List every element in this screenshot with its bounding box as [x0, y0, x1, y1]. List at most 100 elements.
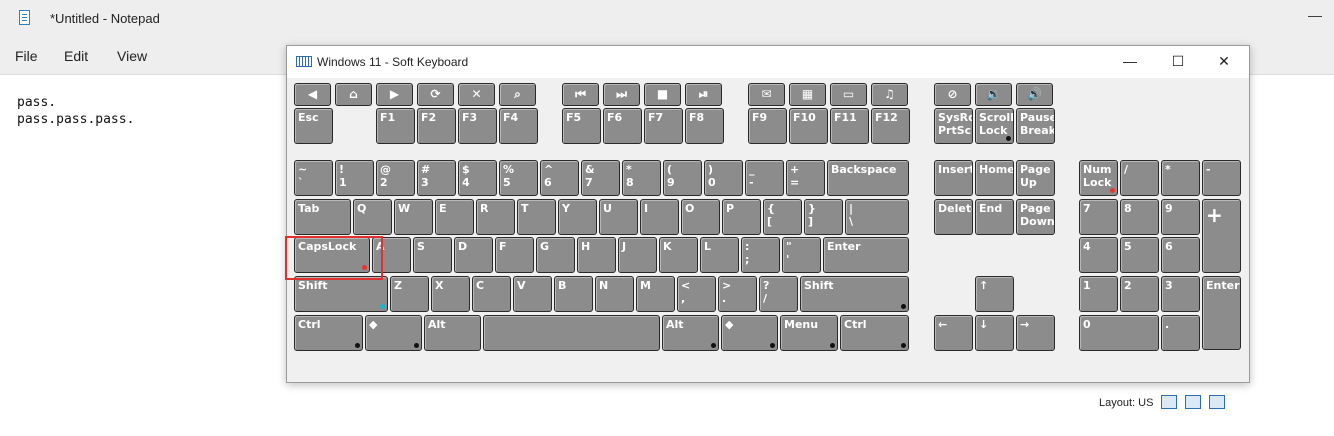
minus-key[interactable]: _ - [745, 160, 784, 196]
f7-key[interactable]: F7 [644, 108, 683, 144]
mute-key[interactable]: ⊘ [934, 83, 971, 106]
slash-key[interactable]: ? / [759, 276, 798, 312]
numpad-8-key[interactable]: 8 [1120, 199, 1159, 235]
f5-key[interactable]: F5 [562, 108, 601, 144]
comma-key[interactable]: <, [677, 276, 716, 312]
numpad-decimal-key[interactable]: . [1161, 315, 1200, 351]
right-alt-key[interactable]: Alt [662, 315, 719, 351]
mail-key[interactable]: ✉ [748, 83, 785, 106]
esc-key[interactable]: Esc [294, 108, 333, 144]
f9-key[interactable]: F9 [748, 108, 787, 144]
help-icon[interactable] [1209, 395, 1225, 409]
computer-key[interactable]: ▭ [830, 83, 867, 106]
backspace-key[interactable]: Backspace [827, 160, 909, 196]
left-shift-key[interactable]: Shift [294, 276, 388, 312]
digit-6-key[interactable]: ^ 6 [540, 160, 579, 196]
b-key[interactable]: B [554, 276, 593, 312]
k-key[interactable]: K [659, 237, 698, 273]
v-key[interactable]: V [513, 276, 552, 312]
tilde-key[interactable]: ~ ` [294, 160, 333, 196]
numpad-5-key[interactable]: 5 [1120, 237, 1159, 273]
z-key[interactable]: Z [390, 276, 429, 312]
prev-track-key[interactable]: ⏮ [562, 83, 599, 106]
digit-1-key[interactable]: ! 1 [335, 160, 374, 196]
l-key[interactable]: L [700, 237, 739, 273]
osk-maximize-button[interactable]: ☐ [1163, 51, 1193, 71]
t-key[interactable]: T [517, 199, 556, 235]
refresh-key[interactable]: ⟳ [417, 83, 454, 106]
i-key[interactable]: I [640, 199, 679, 235]
g-key[interactable]: G [536, 237, 575, 273]
n-key[interactable]: N [595, 276, 634, 312]
backslash-key[interactable]: | \ [845, 199, 909, 235]
pause-key[interactable]: Pause Break [1016, 108, 1055, 144]
h-key[interactable]: H [577, 237, 616, 273]
insert-key[interactable]: Insert [934, 160, 973, 196]
stop-media-key[interactable]: ■ [644, 83, 681, 106]
e-key[interactable]: E [435, 199, 474, 235]
right-ctrl-key[interactable]: Ctrl [840, 315, 909, 351]
f8-key[interactable]: F8 [685, 108, 724, 144]
numpad-4-key[interactable]: 4 [1079, 237, 1118, 273]
m-key[interactable]: M [636, 276, 675, 312]
digit-3-key[interactable]: #3 [417, 160, 456, 196]
end-key[interactable]: End [975, 199, 1014, 235]
volume-up-key[interactable]: 🔊 [1016, 83, 1053, 106]
calculator-key[interactable]: ▦ [789, 83, 826, 106]
tab-key[interactable]: Tab [294, 199, 351, 235]
f3-key[interactable]: F3 [458, 108, 497, 144]
settings-icon[interactable] [1185, 395, 1201, 409]
j-key[interactable]: J [618, 237, 657, 273]
x-key[interactable]: X [431, 276, 470, 312]
digit-7-key[interactable]: & 7 [581, 160, 620, 196]
menu-view[interactable]: View [117, 48, 147, 64]
scroll-lock-key[interactable]: Scroll Lock [975, 108, 1014, 144]
numpad-3-key[interactable]: 3 [1161, 276, 1200, 312]
left-windows-key[interactable]: ◆ [365, 315, 422, 351]
next-track-key[interactable]: ⏭ [603, 83, 640, 106]
osk-close-button[interactable]: ✕ [1209, 51, 1239, 71]
numpad-2-key[interactable]: 2 [1120, 276, 1159, 312]
forward-key[interactable]: ▶ [376, 83, 413, 106]
osk-minimize-button[interactable]: — [1115, 51, 1145, 71]
digit-2-key[interactable]: @2 [376, 160, 415, 196]
space-key[interactable] [483, 315, 660, 351]
right-shift-key[interactable]: Shift [800, 276, 909, 312]
numpad-0-key[interactable]: 0 [1079, 315, 1159, 351]
d-key[interactable]: D [454, 237, 493, 273]
f1-key[interactable]: F1 [376, 108, 415, 144]
period-key[interactable]: >. [718, 276, 757, 312]
f11-key[interactable]: F11 [830, 108, 869, 144]
numpad-multiply-key[interactable]: * [1161, 160, 1200, 196]
page-up-key[interactable]: Page Up [1016, 160, 1055, 196]
f2-key[interactable]: F2 [417, 108, 456, 144]
home-key[interactable]: ⌂ [335, 83, 372, 106]
numpad-divide-key[interactable]: / [1120, 160, 1159, 196]
equals-key[interactable]: + = [786, 160, 825, 196]
right-arrow-key[interactable]: → [1016, 315, 1055, 351]
search-key[interactable]: ⌕ [499, 83, 536, 106]
right-bracket-key[interactable]: }] [804, 199, 843, 235]
numpad-9-key[interactable]: 9 [1161, 199, 1200, 235]
media-key[interactable]: ♫ [871, 83, 908, 106]
semicolon-key[interactable]: :; [741, 237, 780, 273]
numpad-plus-key[interactable]: + [1202, 199, 1241, 273]
digit-9-key[interactable]: (9 [663, 160, 702, 196]
down-arrow-key[interactable]: ↓ [975, 315, 1014, 351]
left-bracket-key[interactable]: {[ [763, 199, 802, 235]
s-key[interactable]: S [413, 237, 452, 273]
sysrq-key[interactable]: SysRq PrtScr [934, 108, 973, 144]
left-ctrl-key[interactable]: Ctrl [294, 315, 363, 351]
num-lock-key[interactable]: Num Lock [1079, 160, 1118, 196]
w-key[interactable]: W [394, 199, 433, 235]
delete-key[interactable]: Delete [934, 199, 973, 235]
left-alt-key[interactable]: Alt [424, 315, 481, 351]
numpad-7-key[interactable]: 7 [1079, 199, 1118, 235]
menu-file[interactable]: File [15, 48, 38, 64]
back-key[interactable]: ◀ [294, 83, 331, 106]
stop-key[interactable]: ✕ [458, 83, 495, 106]
numpad-minus-key[interactable]: - [1202, 160, 1241, 196]
digit-0-key[interactable]: ) 0 [704, 160, 743, 196]
digit-8-key[interactable]: * 8 [622, 160, 661, 196]
u-key[interactable]: U [599, 199, 638, 235]
